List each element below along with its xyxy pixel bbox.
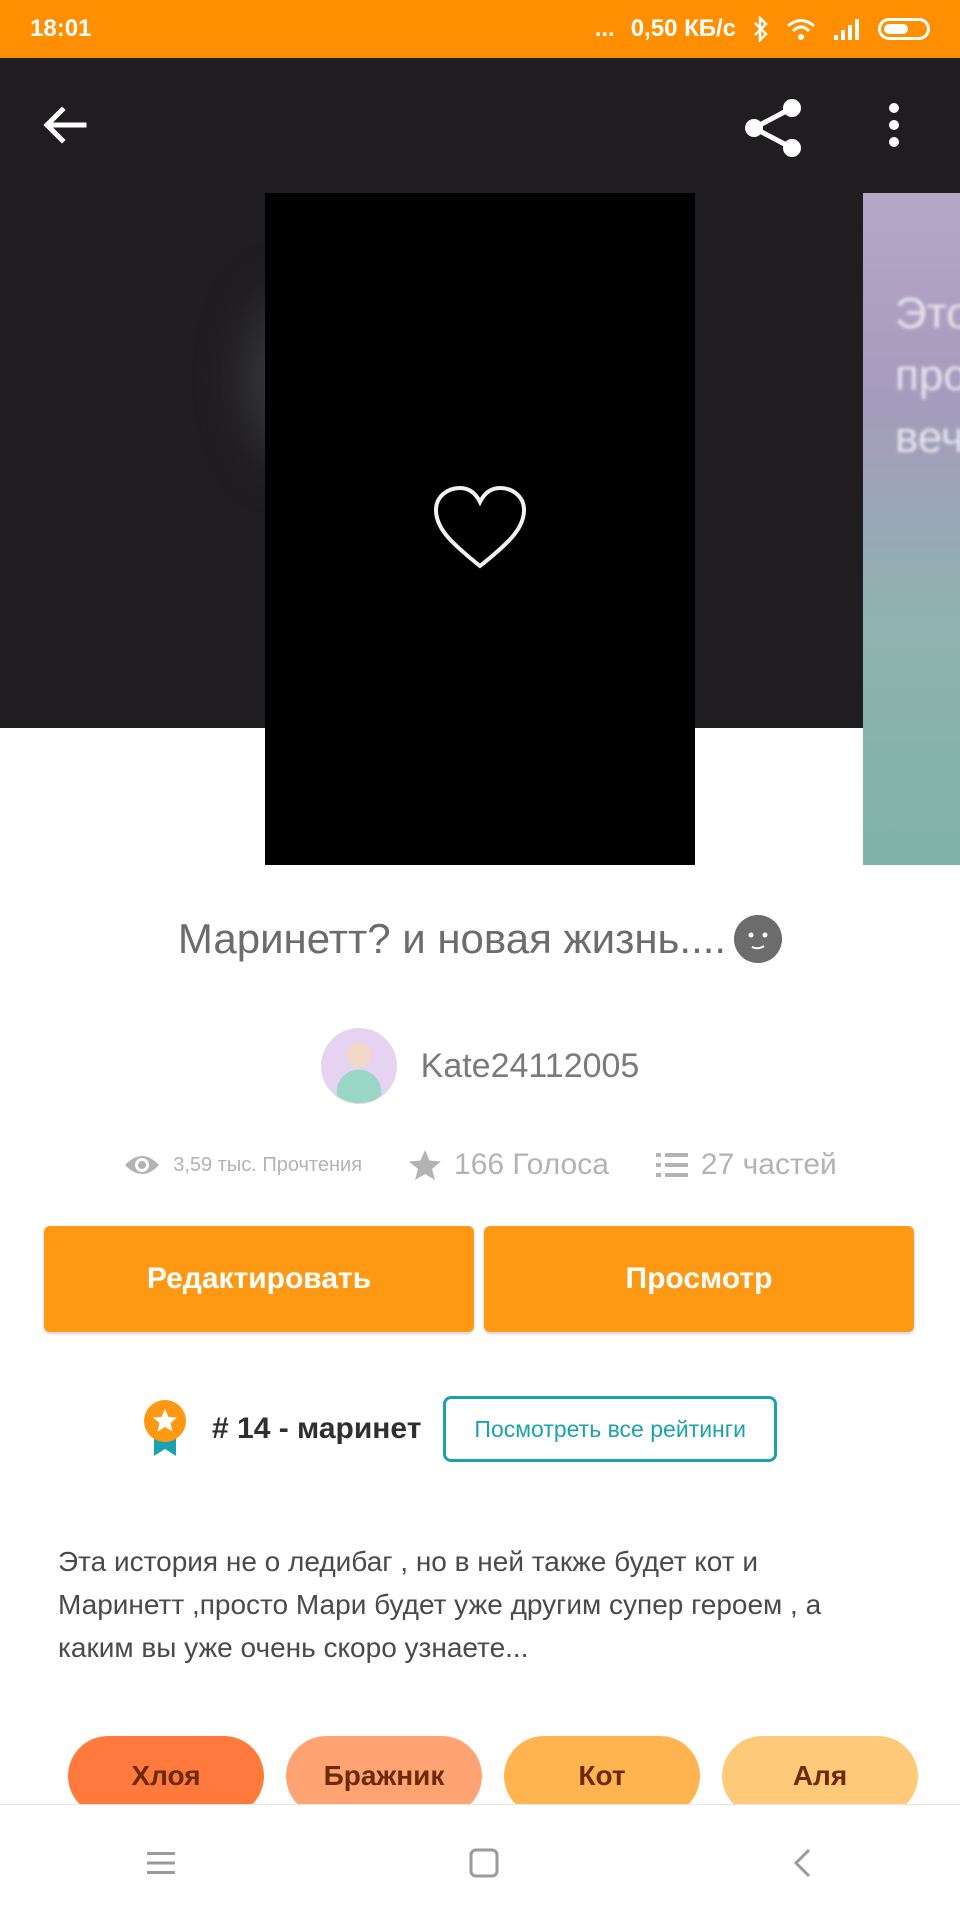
more-button[interactable] (884, 100, 904, 150)
story-stats: 3,59 тыс. Прочтения 166 Голоса 27 частей (0, 1148, 960, 1182)
signal-icon (834, 19, 859, 40)
reads-count: 3,59 тыс. Прочтения (173, 1153, 363, 1176)
menu-icon[interactable] (145, 1849, 177, 1877)
star-icon (409, 1150, 442, 1180)
back-chevron-icon[interactable] (791, 1847, 815, 1879)
network-speed: 0,50 КБ/с (630, 15, 736, 42)
votes-stat: 166 Голоса (408, 1148, 609, 1182)
face-emoji-icon (734, 915, 783, 963)
status-dots: ... (594, 15, 615, 42)
view-button[interactable]: Просмотр (484, 1226, 914, 1332)
home-square-icon[interactable] (468, 1847, 500, 1879)
back-button[interactable] (40, 100, 90, 150)
more-vertical-icon (889, 103, 899, 147)
story-title-text: Маринетт? и новая жизнь.... (177, 915, 727, 962)
status-icons: ... 0,50 КБ/с (595, 15, 930, 43)
parts-stat: 27 частей (655, 1148, 837, 1182)
wifi-icon (787, 19, 815, 40)
status-bar: 18:01 ... 0,50 КБ/с (0, 0, 960, 58)
list-icon (655, 1153, 688, 1177)
ranking-row: # 14 - маринет Посмотреть все рейтинги (140, 1396, 777, 1462)
ranking-text: # 14 - маринет (212, 1412, 422, 1445)
medal-icon (144, 1400, 186, 1456)
author-row[interactable]: Kate24112005 (0, 1028, 960, 1104)
system-navigation-bar (0, 1804, 960, 1921)
votes-count: 166 Голоса (454, 1148, 609, 1181)
eye-icon (125, 1156, 160, 1174)
arrow-left-icon (43, 106, 87, 144)
avatar[interactable] (320, 1028, 397, 1104)
story-cover[interactable] (265, 193, 695, 865)
reads-stat: 3,59 тыс. Прочтения (123, 1151, 362, 1179)
author-name[interactable]: Kate24112005 (421, 1047, 640, 1086)
share-button[interactable] (742, 96, 806, 160)
bluetooth-icon (754, 16, 768, 42)
battery-icon (878, 18, 930, 40)
status-time: 18:01 (30, 15, 92, 42)
heart-icon (433, 485, 527, 569)
story-description: Эта история не о ледибаг , но в ней такж… (58, 1546, 822, 1663)
view-all-rankings-button[interactable]: Посмотреть все рейтинги (443, 1396, 777, 1462)
parts-count: 27 частей (700, 1148, 837, 1181)
next-cover[interactable]: Это про веч (863, 193, 960, 865)
next-cover-text: Это про веч (895, 289, 960, 462)
edit-button[interactable]: Редактировать (44, 1226, 474, 1332)
story-title: Маринетт? и новая жизнь.... (0, 915, 960, 963)
share-icon (745, 99, 801, 157)
